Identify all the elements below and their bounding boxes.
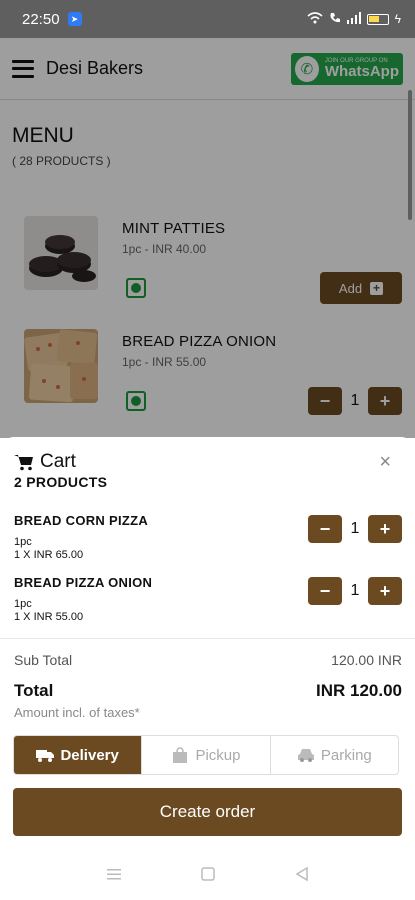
recents-menu-icon[interactable]	[106, 866, 122, 882]
cart-header: Cart	[14, 451, 76, 473]
create-order-button[interactable]: Create order	[13, 788, 402, 836]
divider	[0, 638, 415, 639]
mode-parking[interactable]: Parking	[271, 736, 398, 774]
quantity-stepper: − 1 +	[308, 515, 402, 543]
increase-button[interactable]: +	[368, 577, 402, 605]
truck-icon	[36, 750, 55, 762]
cart-item: BREAD PIZZA ONION 1pc 1 X INR 55.00 − 1 …	[14, 575, 402, 623]
quantity-value: 1	[350, 582, 360, 599]
quantity-value: 1	[350, 520, 360, 537]
mode-delivery[interactable]: Delivery	[14, 736, 143, 774]
call-icon	[329, 12, 341, 27]
decrease-button[interactable]: −	[308, 515, 342, 543]
status-icons: ϟ	[307, 11, 401, 27]
mode-label: Pickup	[195, 746, 241, 764]
total-value: INR 120.00	[316, 681, 402, 700]
back-icon[interactable]	[294, 866, 310, 882]
total-label: Total	[14, 681, 54, 700]
sub-total-label: Sub Total	[14, 652, 73, 668]
cart-item-price: 1 X INR 55.00	[14, 611, 84, 623]
mode-label: Parking	[320, 746, 372, 764]
mode-label: Delivery	[60, 746, 119, 764]
sub-total-value: 120.00 INR	[331, 652, 402, 668]
shopping-cart-icon	[14, 455, 33, 471]
increase-button[interactable]: +	[368, 515, 402, 543]
location-icon: ➤	[67, 12, 82, 26]
close-icon[interactable]: ×	[379, 451, 391, 474]
status-time: 22:50	[22, 10, 60, 28]
wifi-icon	[307, 11, 323, 27]
system-nav-bar	[0, 862, 415, 886]
signal-icon	[346, 11, 361, 27]
shopping-bag-icon	[173, 747, 188, 763]
charging-icon: ϟ	[394, 12, 401, 26]
cart-title: Cart	[40, 451, 76, 472]
battery-icon	[366, 13, 389, 25]
home-icon[interactable]	[200, 866, 216, 882]
order-mode-selector: Delivery Pickup Parking	[13, 735, 399, 775]
decrease-button[interactable]: −	[308, 577, 342, 605]
quantity-stepper: − 1 +	[308, 577, 402, 605]
tax-note: Amount incl. of taxes*	[14, 705, 140, 720]
car-icon	[297, 749, 314, 762]
mode-pickup[interactable]: Pickup	[142, 736, 271, 774]
status-bar: 22:50 ➤ ϟ	[0, 0, 415, 38]
cart-item: BREAD CORN PIZZA 1pc 1 X INR 65.00 − 1 +	[14, 513, 402, 561]
backdrop-overlay[interactable]	[0, 38, 415, 438]
cart-item-price: 1 X INR 65.00	[14, 549, 84, 561]
cart-product-count: 2 PRODUCTS	[14, 474, 108, 490]
cart-sheet: Cart × 2 PRODUCTS BREAD CORN PIZZA 1pc 1…	[0, 437, 415, 900]
